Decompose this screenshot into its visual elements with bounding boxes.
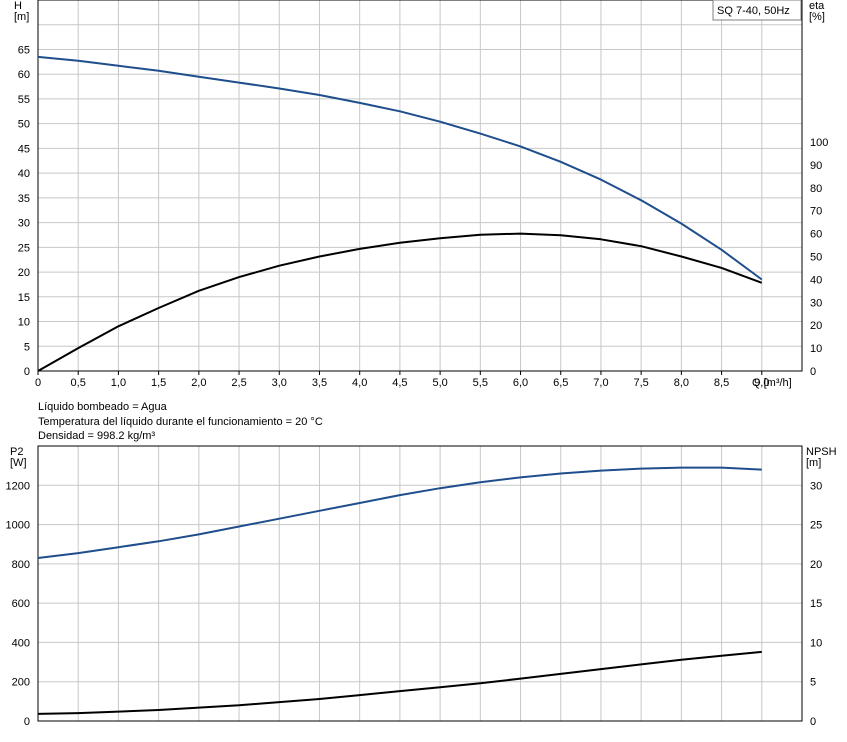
top-y-tick-labels: 0 5 10 15 20 25 30 35 40 45 50 55 60 65 — [18, 44, 30, 378]
y-tick-label: 40 — [18, 168, 30, 180]
top-y-axis-label: H [m] — [14, 0, 29, 23]
axis-label-line: [W] — [10, 457, 27, 469]
x-tick-label: 6,0 — [513, 377, 528, 389]
chart-title: SQ 7-40, 50Hz — [717, 5, 790, 17]
power-npsh-chart: 0 200 400 600 800 1000 1200 0 5 10 15 20 25 30 P2 [W]… — [6, 445, 837, 728]
x-tick-label: 7,0 — [593, 377, 608, 389]
x-tick-label: 1,5 — [151, 377, 166, 389]
x-tick-label: 1,0 — [111, 377, 126, 389]
y-tick-label: 1200 — [6, 480, 30, 492]
x-tick-label: 8,0 — [674, 377, 689, 389]
y-tick-label: 1000 — [6, 520, 30, 532]
y-tick-label: 35 — [18, 193, 30, 205]
y-right-tick-label: 10 — [810, 343, 822, 355]
y-tick-label: 30 — [18, 218, 30, 230]
y-right-tick-label: 80 — [810, 183, 822, 195]
y-tick-label: 15 — [18, 292, 30, 304]
top-y-right-tick-labels: 0 10 20 30 40 50 60 70 80 90 100 — [810, 137, 828, 378]
top-x-axis-label: Q [m³/h] — [752, 377, 792, 389]
x-tick-label: 0 — [35, 377, 41, 389]
y-tick-label: 400 — [12, 637, 30, 649]
x-tick-label: 4,0 — [352, 377, 367, 389]
y-tick-label: 800 — [12, 559, 30, 571]
bottom-y-right-axis-label: NPSH [m] — [806, 446, 837, 469]
y-tick-label: 55 — [18, 94, 30, 106]
y-tick-label: 20 — [18, 267, 30, 279]
y-right-tick-label: 60 — [810, 229, 822, 241]
x-tick-label: 5,0 — [432, 377, 447, 389]
y-right-tick-label: 90 — [810, 160, 822, 172]
y-tick-label: 200 — [12, 677, 30, 689]
y-tick-label: 50 — [18, 119, 30, 131]
bottom-plot-frame — [37, 445, 803, 722]
bottom-y-right-tick-labels: 0 5 10 15 20 25 30 — [810, 480, 822, 728]
axis-label-line: [m] — [14, 11, 29, 23]
top-x-tick-labels: 0 0,5 1,0 1,5 2,0 2,5 3,0 3,5 4,0 4,5 5,0 5,5 6,0 6,5… — [35, 377, 770, 389]
y-right-tick-label: 50 — [810, 251, 822, 263]
y-tick-label: 0 — [24, 366, 30, 378]
top-y-right-axis-label: eta [%] — [809, 0, 825, 23]
x-tick-label: 5,5 — [473, 377, 488, 389]
bottom-grid — [37, 445, 802, 722]
x-tick-label: 8,5 — [714, 377, 729, 389]
y-right-tick-label: 0 — [810, 716, 816, 728]
pump-curves-chart: 0 0,5 1,0 1,5 2,0 2,5 3,0 3,5 4,0 4,5 5,0 5,5 6,0 6,5… — [6, 0, 837, 728]
y-right-tick-label: 20 — [810, 320, 822, 332]
x-tick-label: 4,5 — [392, 377, 407, 389]
info-temperature: Temperatura del líquido durante el funci… — [38, 416, 323, 428]
x-tick-label: 3,0 — [272, 377, 287, 389]
info-liquid: Líquido bombeado = Agua — [38, 401, 168, 413]
axis-label-line: [m] — [806, 457, 821, 469]
y-right-tick-label: 5 — [810, 677, 816, 689]
y-right-tick-label: 40 — [810, 274, 822, 286]
y-right-tick-label: 10 — [810, 637, 822, 649]
x-tick-label: 7,5 — [634, 377, 649, 389]
y-right-tick-label: 20 — [810, 559, 822, 571]
bottom-y-tick-labels: 0 200 400 600 800 1000 1200 — [6, 480, 30, 728]
top-grid — [37, 0, 802, 375]
y-tick-label: 65 — [18, 44, 30, 56]
bottom-y-axis-label: P2 [W] — [10, 446, 27, 469]
x-tick-label: 2,5 — [231, 377, 246, 389]
y-tick-label: 5 — [24, 341, 30, 353]
y-tick-label: 45 — [18, 143, 30, 155]
y-right-tick-label: 100 — [810, 137, 828, 149]
y-right-tick-label: 30 — [810, 480, 822, 492]
y-tick-label: 0 — [24, 716, 30, 728]
y-tick-label: 60 — [18, 69, 30, 81]
y-right-tick-label: 25 — [810, 520, 822, 532]
y-right-tick-label: 70 — [810, 206, 822, 218]
x-tick-label: 3,5 — [312, 377, 327, 389]
y-right-tick-label: 15 — [810, 598, 822, 610]
head-efficiency-chart: 0 0,5 1,0 1,5 2,0 2,5 3,0 3,5 4,0 4,5 5,0 5,5 6,0 6,5… — [14, 0, 828, 389]
y-right-tick-label: 0 — [810, 366, 816, 378]
x-tick-label: 6,5 — [553, 377, 568, 389]
y-tick-label: 25 — [18, 242, 30, 254]
y-right-tick-label: 30 — [810, 297, 822, 309]
top-plot-frame — [37, 0, 803, 372]
axis-label-line: [%] — [809, 11, 825, 23]
y-tick-label: 600 — [12, 598, 30, 610]
x-tick-label: 0,5 — [71, 377, 86, 389]
y-tick-label: 10 — [18, 317, 30, 329]
info-density: Densidad = 998.2 kg/m³ — [38, 430, 155, 442]
x-tick-label: 2,0 — [191, 377, 206, 389]
